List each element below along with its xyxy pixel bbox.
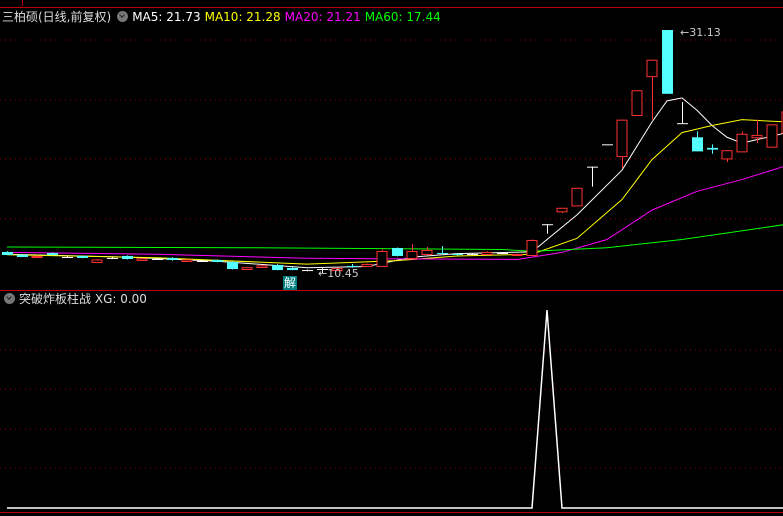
chevron-down-icon[interactable] <box>117 11 129 22</box>
candle-body-up <box>31 255 43 259</box>
candle-body-up <box>361 263 373 267</box>
candle-body-down <box>227 261 238 269</box>
candle-body-up <box>136 258 148 261</box>
ma20-label: MA20: 21.21 <box>284 10 361 24</box>
candle-body-up <box>481 251 493 255</box>
candle-body-down <box>437 253 448 255</box>
candle-body-down <box>17 254 28 258</box>
candle-body-down <box>212 259 223 262</box>
candle-body-down <box>452 253 463 256</box>
candle-body-up <box>751 134 763 139</box>
candle-body-down <box>272 265 283 271</box>
candle-body-up <box>526 239 538 257</box>
candle-body-up <box>241 267 253 270</box>
candle-body-up <box>571 187 583 207</box>
candle-body-up <box>421 249 433 255</box>
unlock-marker[interactable]: 解 <box>283 276 297 290</box>
candle-body-down <box>692 137 703 152</box>
candle-body-up <box>616 119 628 158</box>
candle-body-up <box>556 207 568 213</box>
candle-body-up <box>91 259 103 263</box>
ma5-label: MA5: 21.73 <box>132 10 201 24</box>
candle-body-down <box>392 247 403 256</box>
candle-body-up <box>631 90 643 116</box>
candle-body-down <box>287 267 298 271</box>
candle-body-up <box>181 259 193 263</box>
candle-body-down <box>122 255 133 260</box>
indicator-legend: 突破炸板柱战 XG: 0.00 <box>2 291 147 307</box>
xg-value: XG: 0.00 <box>94 292 147 306</box>
candle-body-up <box>721 150 733 160</box>
candle-body-up <box>511 253 523 257</box>
candle-body-up <box>736 133 748 153</box>
low-price-label: ←10.45 <box>318 267 359 280</box>
candle-body-up <box>256 265 268 268</box>
indicator-title: 突破炸板柱战 <box>19 292 92 306</box>
candle-body-up <box>406 251 418 259</box>
candle-body-up <box>646 59 658 78</box>
candle-body-down <box>47 253 58 256</box>
candle-body-up <box>766 124 778 148</box>
candle-body-down <box>662 30 673 94</box>
kline-chart[interactable]: ←31.13 ←10.45 <box>0 0 783 516</box>
candle-body-down <box>707 147 718 150</box>
ma60-label: MA60: 17.44 <box>364 10 441 24</box>
candle-body-up <box>376 251 388 267</box>
high-price-label: ←31.13 <box>680 26 721 39</box>
ma20-line <box>6 166 783 260</box>
main-legend: 三柏硕(日线,前复权) MA5: 21.73 MA10: 21.28 MA20: 21… <box>2 9 445 25</box>
candle-body-down <box>167 257 178 260</box>
stock-title: 三柏硕(日线,前复权) <box>2 10 112 24</box>
ma10-line <box>6 119 783 265</box>
ma10-label: MA10: 21.28 <box>204 10 281 24</box>
ma60-line <box>6 224 783 252</box>
xg-line <box>7 309 783 509</box>
candle-body-down <box>2 251 13 256</box>
chevron-down-icon[interactable] <box>4 293 15 304</box>
candle-body-down <box>77 255 88 258</box>
ma5-line <box>6 97 783 269</box>
